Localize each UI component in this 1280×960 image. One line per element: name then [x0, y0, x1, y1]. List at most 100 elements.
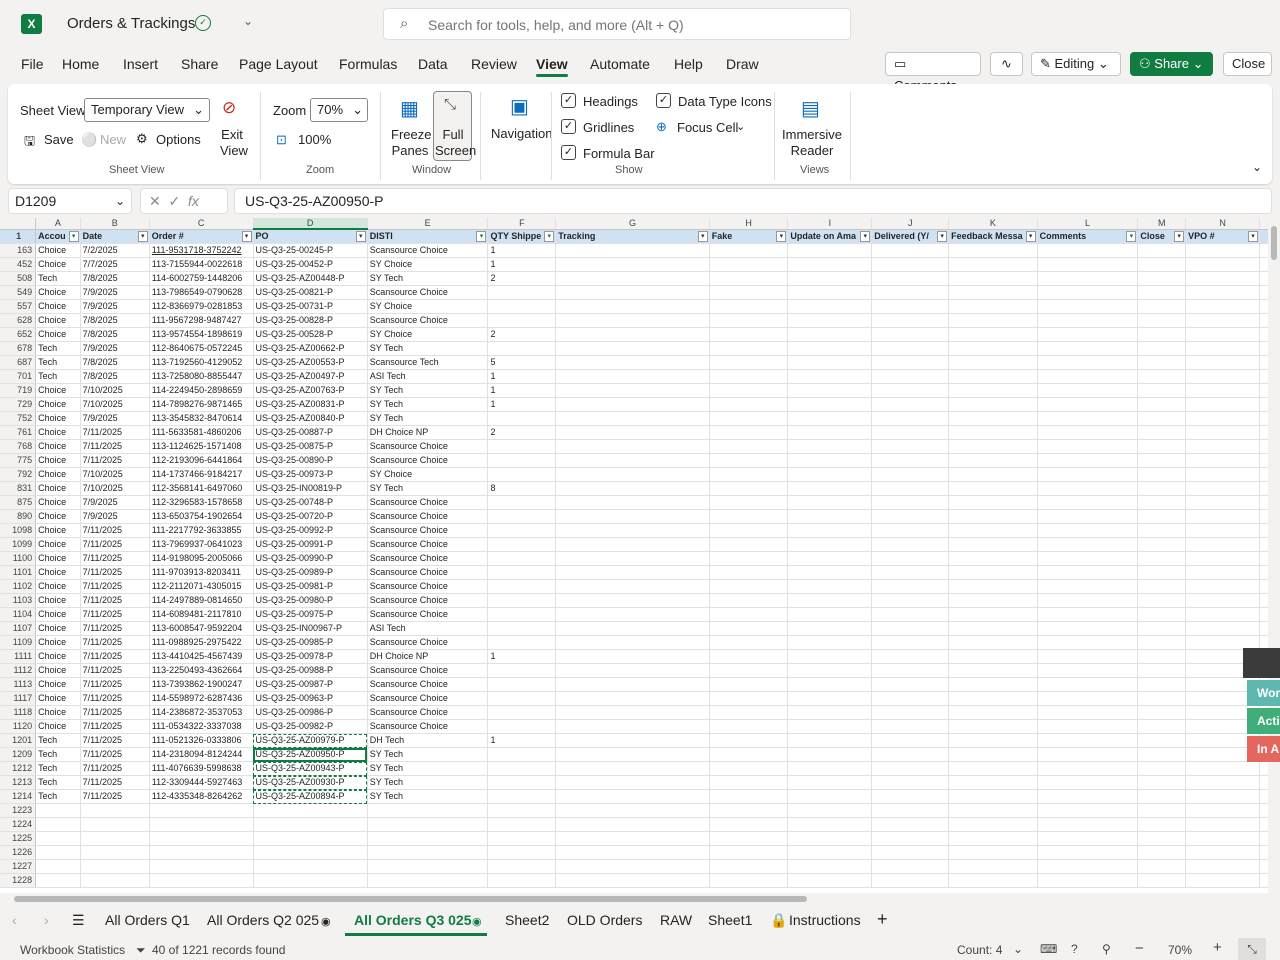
cell[interactable]: US-Q3-25-AZ00497-P	[253, 369, 368, 384]
cell[interactable]	[787, 663, 873, 678]
cell[interactable]	[948, 705, 1038, 720]
cell[interactable]: 7/11/2025	[80, 579, 150, 594]
cell[interactable]	[948, 481, 1038, 496]
cell[interactable]: US-Q3-25-00720-P	[253, 509, 368, 524]
cell[interactable]: 2	[487, 327, 557, 342]
cell[interactable]	[709, 775, 789, 790]
menu-share[interactable]: Share	[181, 56, 218, 72]
cell[interactable]	[787, 523, 873, 538]
cell[interactable]	[1137, 761, 1187, 776]
cell[interactable]	[1185, 859, 1261, 874]
cell[interactable]	[871, 747, 950, 762]
table-header-cell[interactable]: Comments ▾	[1037, 229, 1139, 244]
cell[interactable]	[709, 817, 789, 832]
cell[interactable]	[1037, 607, 1139, 622]
row-header[interactable]: 761	[0, 425, 37, 440]
cell[interactable]	[948, 383, 1038, 398]
cell[interactable]: SY Choice	[367, 299, 489, 314]
cell[interactable]	[709, 285, 789, 300]
cell[interactable]	[1037, 789, 1139, 804]
cell[interactable]: 7/11/2025	[80, 453, 150, 468]
cell[interactable]: SY Choice	[367, 467, 489, 482]
sheet-view-select[interactable]: Temporary View ⌄	[84, 98, 210, 122]
cell[interactable]	[1137, 341, 1187, 356]
cell[interactable]: US-Q3-25-00988-P	[253, 663, 368, 678]
formula-input[interactable]: US-Q3-25-AZ00950-P	[234, 188, 1272, 214]
cell[interactable]	[787, 271, 873, 286]
table-header-cell[interactable]: VPO # ▾	[1185, 229, 1261, 244]
add-sheet-icon[interactable]: +	[877, 909, 888, 930]
cell[interactable]	[709, 873, 789, 888]
cell[interactable]	[487, 495, 557, 510]
cell[interactable]	[1037, 817, 1139, 832]
cell[interactable]: 113-7986549-0790628	[149, 285, 254, 300]
cell[interactable]: US-Q3-25-AZ00943-P	[253, 761, 368, 776]
cell[interactable]	[487, 509, 557, 524]
cell[interactable]	[1137, 789, 1187, 804]
sheet-tab[interactable]: OLD Orders	[567, 912, 642, 928]
cell[interactable]	[871, 719, 950, 734]
cell[interactable]	[1185, 621, 1261, 636]
table-header-cell[interactable]: QTY Shippe ▾	[487, 229, 557, 244]
column-header[interactable]: J	[871, 218, 950, 230]
row-header[interactable]: 628	[0, 313, 37, 328]
cell[interactable]	[80, 831, 150, 846]
cell[interactable]: 113-1124625-1571408	[149, 439, 254, 454]
gridlines-checkbox[interactable]: ✓	[561, 119, 576, 134]
cell[interactable]	[787, 551, 873, 566]
cell[interactable]	[948, 775, 1038, 790]
column-header[interactable]: L	[1037, 218, 1139, 230]
formula-bar-checkbox[interactable]: ✓	[561, 145, 576, 160]
cell[interactable]: Scansource Choice	[367, 677, 489, 692]
cell[interactable]	[1037, 341, 1139, 356]
cell[interactable]	[487, 831, 557, 846]
cell[interactable]: Scansource Choice	[367, 635, 489, 650]
cell[interactable]	[1185, 341, 1261, 356]
cell[interactable]: 7/11/2025	[80, 523, 150, 538]
column-header[interactable]: I	[787, 218, 873, 230]
share-button[interactable]: ⚇ Share ⌄	[1130, 52, 1213, 76]
cell[interactable]: US-Q3-25-00731-P	[253, 299, 368, 314]
cell[interactable]	[709, 383, 789, 398]
cell[interactable]	[871, 733, 950, 748]
cell[interactable]	[487, 285, 557, 300]
cell[interactable]: Choice	[35, 565, 81, 580]
cell[interactable]	[555, 621, 710, 636]
cell[interactable]	[948, 523, 1038, 538]
cell[interactable]: US-Q3-25-AZ00894-P	[253, 789, 368, 804]
cell[interactable]: Scansource Choice	[367, 663, 489, 678]
cell[interactable]: 114-2497889-0814650	[149, 593, 254, 608]
cell[interactable]	[1185, 509, 1261, 524]
cell[interactable]: Scansource Choice	[367, 537, 489, 552]
cell[interactable]	[1137, 691, 1187, 706]
cell[interactable]	[555, 551, 710, 566]
cell[interactable]	[555, 313, 710, 328]
cell[interactable]: US-Q3-25-00978-P	[253, 649, 368, 664]
cell[interactable]	[487, 453, 557, 468]
cell[interactable]	[871, 355, 950, 370]
filter-dropdown-icon[interactable]: ▾	[697, 230, 708, 242]
cell[interactable]	[787, 873, 873, 888]
cell[interactable]: US-Q3-25-00890-P	[253, 453, 368, 468]
cell[interactable]	[1037, 439, 1139, 454]
menu-help[interactable]: Help	[674, 56, 703, 72]
cell[interactable]: US-Q3-25-00981-P	[253, 579, 368, 594]
cell[interactable]	[253, 803, 368, 818]
cell[interactable]: Scansource Choice	[367, 509, 489, 524]
cell[interactable]	[787, 565, 873, 580]
row-header[interactable]: 1214	[0, 789, 37, 804]
cell[interactable]	[555, 425, 710, 440]
cell[interactable]: 111-5633581-4860206	[149, 425, 254, 440]
cell[interactable]	[555, 831, 710, 846]
side-panel-button-1[interactable]: Wor	[1247, 680, 1280, 706]
cell[interactable]	[948, 635, 1038, 650]
cell[interactable]	[487, 677, 557, 692]
cell[interactable]: US-Q3-25-00992-P	[253, 523, 368, 538]
cell[interactable]: Scansource Choice	[367, 495, 489, 510]
cell[interactable]	[555, 495, 710, 510]
filter-dropdown-icon[interactable]: ▾	[1126, 230, 1137, 242]
cell[interactable]: 7/11/2025	[80, 677, 150, 692]
cell[interactable]: 1	[487, 383, 557, 398]
cell[interactable]	[1137, 495, 1187, 510]
cell[interactable]	[948, 369, 1038, 384]
